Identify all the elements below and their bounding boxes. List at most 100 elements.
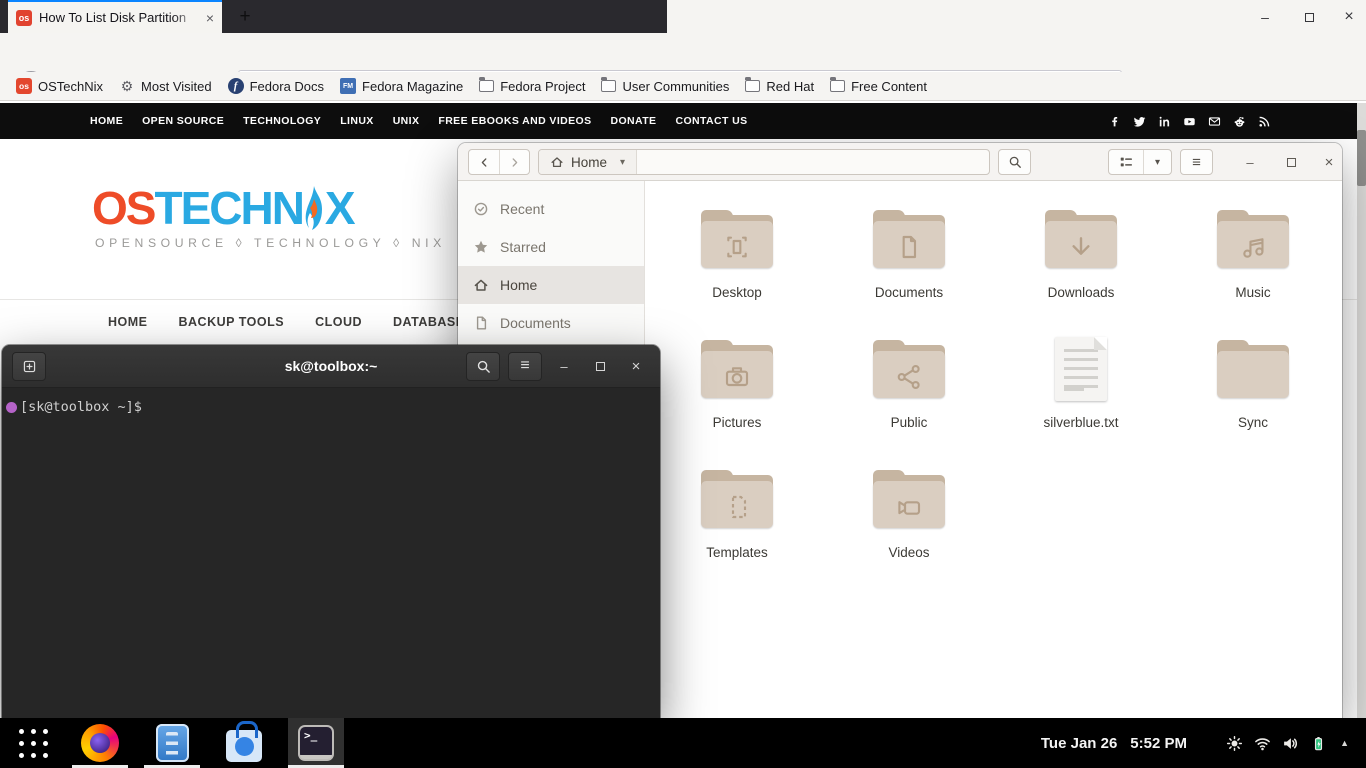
window-maximize-button[interactable] <box>1278 149 1304 175</box>
path-segment-home[interactable]: Home ▾ <box>539 150 637 174</box>
logo-text-os: OS <box>92 185 154 231</box>
bookmark-item[interactable]: Fedora Docs <box>220 76 332 96</box>
folder-emblem-icon <box>721 361 753 393</box>
night-light-icon[interactable] <box>1226 735 1243 752</box>
twitter-icon[interactable] <box>1133 115 1146 128</box>
reddit-icon[interactable] <box>1233 115 1246 128</box>
bookmark-item[interactable]: Free Content <box>822 77 935 96</box>
site-nav-link[interactable]: CONTACT US <box>675 115 747 127</box>
bookmark-label: Fedora Docs <box>250 79 324 94</box>
file-item[interactable]: Desktop <box>651 205 823 335</box>
volume-icon[interactable] <box>1282 735 1299 752</box>
history-nav-buttons <box>468 149 530 175</box>
view-toggle-buttons: ▾ <box>1108 149 1172 175</box>
window-close-button[interactable]: × <box>1316 149 1342 175</box>
file-item[interactable]: Public <box>823 335 995 465</box>
folder-icon <box>873 210 945 268</box>
site-subnav-link[interactable]: CLOUD <box>315 315 362 329</box>
site-subnav-link[interactable]: DATABASE <box>393 315 465 329</box>
menu-button[interactable]: ≡ <box>508 352 542 381</box>
file-item[interactable]: silverblue.txt <box>995 335 1167 465</box>
site-nav-link[interactable]: FREE EBOOKS AND VIDEOS <box>438 115 591 127</box>
bookmark-item[interactable]: Fedora Project <box>471 77 593 96</box>
site-nav-link[interactable]: LINUX <box>340 115 374 127</box>
taskbar-app[interactable] <box>72 718 128 768</box>
forward-button[interactable] <box>499 150 529 174</box>
new-terminal-button[interactable] <box>12 352 46 381</box>
window-minimize-button[interactable]: – <box>1252 4 1278 30</box>
site-subnav-link[interactable]: HOME <box>108 315 148 329</box>
sidebar-item[interactable]: Recent <box>458 190 644 228</box>
site-nav-link[interactable]: OPEN SOURCE <box>142 115 224 127</box>
back-button[interactable] <box>469 150 499 174</box>
site-nav-link[interactable]: DONATE <box>611 115 657 127</box>
scrollbar-thumb[interactable] <box>1357 130 1366 186</box>
window-close-button[interactable]: × <box>1336 4 1362 30</box>
text-file-icon <box>1055 337 1107 401</box>
file-item[interactable]: Sync <box>1167 335 1339 465</box>
bookmark-label: OSTechNix <box>38 79 103 94</box>
bookmark-label: Fedora Magazine <box>362 79 463 94</box>
bookmark-item[interactable]: User Communities <box>593 77 737 96</box>
bookmark-icon <box>340 78 356 94</box>
apps-grid-icon <box>31 741 36 746</box>
view-options-chevron-icon[interactable]: ▾ <box>1143 150 1171 174</box>
facebook-icon[interactable] <box>1108 115 1121 128</box>
site-logo[interactable]: OSTECHNX OPENSOURCE ◊ TECHNOLOGY ◊ NIX <box>92 184 446 250</box>
file-item[interactable]: Pictures <box>651 335 823 465</box>
email-icon[interactable] <box>1208 115 1221 128</box>
new-tab-button[interactable]: + <box>232 4 258 30</box>
page-scrollbar[interactable] <box>1357 103 1366 718</box>
wifi-icon[interactable] <box>1254 735 1271 752</box>
browser-tab[interactable]: os How To List Disk Partition × <box>8 0 222 33</box>
youtube-icon[interactable] <box>1183 115 1196 128</box>
tray-expander-arrow-icon[interactable]: ▲ <box>1340 738 1349 748</box>
file-item[interactable]: Templates <box>651 465 823 595</box>
taskbar-app[interactable] <box>216 718 272 768</box>
path-bar[interactable]: Home ▾ <box>538 149 990 175</box>
chevron-down-icon[interactable]: ▾ <box>620 157 625 168</box>
show-applications-button[interactable] <box>10 718 56 768</box>
file-item[interactable]: Downloads <box>995 205 1167 335</box>
window-close-button[interactable]: × <box>622 352 650 381</box>
site-nav-link[interactable]: HOME <box>90 115 123 127</box>
bookmark-item[interactable]: OSTechNix <box>8 76 111 96</box>
bookmark-item[interactable]: Red Hat <box>737 77 822 96</box>
file-item[interactable]: Videos <box>823 465 995 595</box>
terminal-prompt: [sk@toolbox ~]$ <box>20 399 142 415</box>
folder-emblem-icon <box>721 231 753 263</box>
taskbar-app[interactable] <box>288 718 344 768</box>
tab-title: How To List Disk Partition <box>39 10 199 25</box>
site-nav-link[interactable]: UNIX <box>393 115 420 127</box>
view-mode-icon[interactable] <box>1109 150 1143 174</box>
site-nav-link[interactable]: TECHNOLOGY <box>243 115 321 127</box>
rss-icon[interactable] <box>1258 115 1271 128</box>
battery-icon[interactable] <box>1310 735 1327 752</box>
taskbar-app[interactable] <box>144 718 200 768</box>
bookmark-label: User Communities <box>622 79 729 94</box>
clock[interactable]: Tue Jan 26 5:52 PM <box>1041 718 1187 768</box>
file-item[interactable]: Documents <box>823 205 995 335</box>
system-tray[interactable]: ▲ <box>1226 718 1349 768</box>
window-maximize-button[interactable] <box>586 352 614 381</box>
search-button[interactable] <box>998 149 1031 175</box>
window-minimize-button[interactable]: – <box>1237 149 1263 175</box>
app-menu-button[interactable]: ≡ <box>1180 149 1213 175</box>
window-minimize-button[interactable]: – <box>550 352 578 381</box>
linkedin-icon[interactable] <box>1158 115 1171 128</box>
window-maximize-button[interactable] <box>1296 4 1322 30</box>
bookmark-item[interactable]: Most Visited <box>111 76 220 96</box>
folder-icon <box>873 470 945 528</box>
logo-text-x: X <box>325 185 354 231</box>
search-button[interactable] <box>466 352 500 381</box>
sidebar-item[interactable]: Documents <box>458 304 644 342</box>
sidebar-item[interactable]: Starred <box>458 228 644 266</box>
site-subnav-link[interactable]: BACKUP TOOLS <box>179 315 285 329</box>
taskbar: Tue Jan 26 5:52 PM ▲ <box>0 718 1366 768</box>
file-item[interactable]: Music <box>1167 205 1339 335</box>
terminal-body[interactable]: [sk@toolbox ~]$ <box>2 388 660 415</box>
tab-close-icon[interactable]: × <box>206 11 214 25</box>
bookmark-item[interactable]: Fedora Magazine <box>332 76 471 96</box>
folder-icon <box>701 210 773 268</box>
sidebar-item[interactable]: Home <box>458 266 644 304</box>
